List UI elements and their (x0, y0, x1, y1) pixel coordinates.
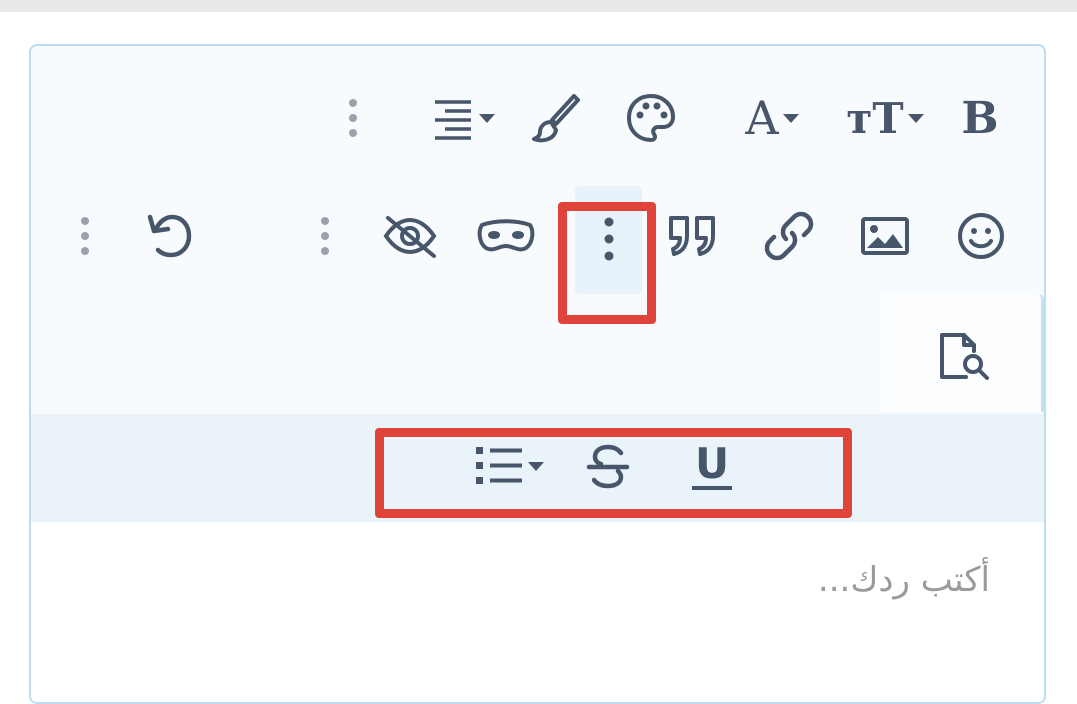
smiley-icon (958, 213, 1004, 259)
message-placeholder: أكتب ردك... (817, 560, 990, 600)
palette-button[interactable] (621, 90, 681, 146)
chevron-down-icon (782, 113, 799, 123)
list-icon (476, 447, 522, 484)
image-icon (861, 217, 909, 255)
undo-button[interactable] (139, 208, 199, 264)
underline-button[interactable]: U (681, 436, 743, 496)
eye-slash-icon (383, 216, 437, 258)
font-color-label: A (745, 91, 779, 145)
sub-toolbar: U (31, 414, 1044, 522)
align-button[interactable] (419, 90, 507, 146)
font-color-button[interactable]: A (731, 90, 813, 146)
strikethrough-icon (586, 444, 630, 489)
undo-icon (147, 214, 192, 258)
insert-image-button[interactable] (855, 208, 915, 264)
bold-label: B (961, 92, 999, 144)
align-icon (435, 100, 471, 140)
chevron-down-icon (907, 113, 924, 123)
rich-text-editor: B тT A U أكتب ردك... (29, 44, 1046, 704)
bold-button[interactable]: B (949, 90, 1011, 146)
more-vertical-icon (604, 217, 614, 261)
top-strip (0, 0, 1077, 12)
paint-brush-icon (532, 94, 580, 143)
more-options-button[interactable] (575, 186, 642, 294)
spoiler-button[interactable] (473, 208, 539, 264)
emoji-button[interactable] (951, 208, 1011, 264)
hide-content-button[interactable] (377, 208, 443, 264)
toolbar-separator (75, 208, 95, 264)
paint-brush-button[interactable] (525, 90, 587, 146)
font-size-button[interactable]: тT (839, 90, 931, 146)
message-input[interactable]: أكتب ردك... (31, 522, 1044, 702)
chevron-down-icon (479, 113, 495, 123)
underline-label: U (691, 442, 733, 490)
quote-button[interactable] (661, 208, 725, 264)
preview-button[interactable] (931, 328, 997, 384)
palette-icon (626, 93, 676, 143)
file-search-icon (940, 333, 989, 380)
list-button[interactable] (463, 436, 555, 496)
font-size-label: тT (846, 93, 904, 143)
quote-icon (669, 216, 715, 256)
chevron-down-icon (528, 461, 544, 471)
toolbar-separator (343, 90, 363, 146)
mask-icon (477, 219, 535, 252)
insert-link-button[interactable] (759, 208, 819, 264)
link-icon (764, 211, 814, 261)
toolbar-separator (315, 208, 335, 264)
strikethrough-button[interactable] (577, 436, 639, 496)
